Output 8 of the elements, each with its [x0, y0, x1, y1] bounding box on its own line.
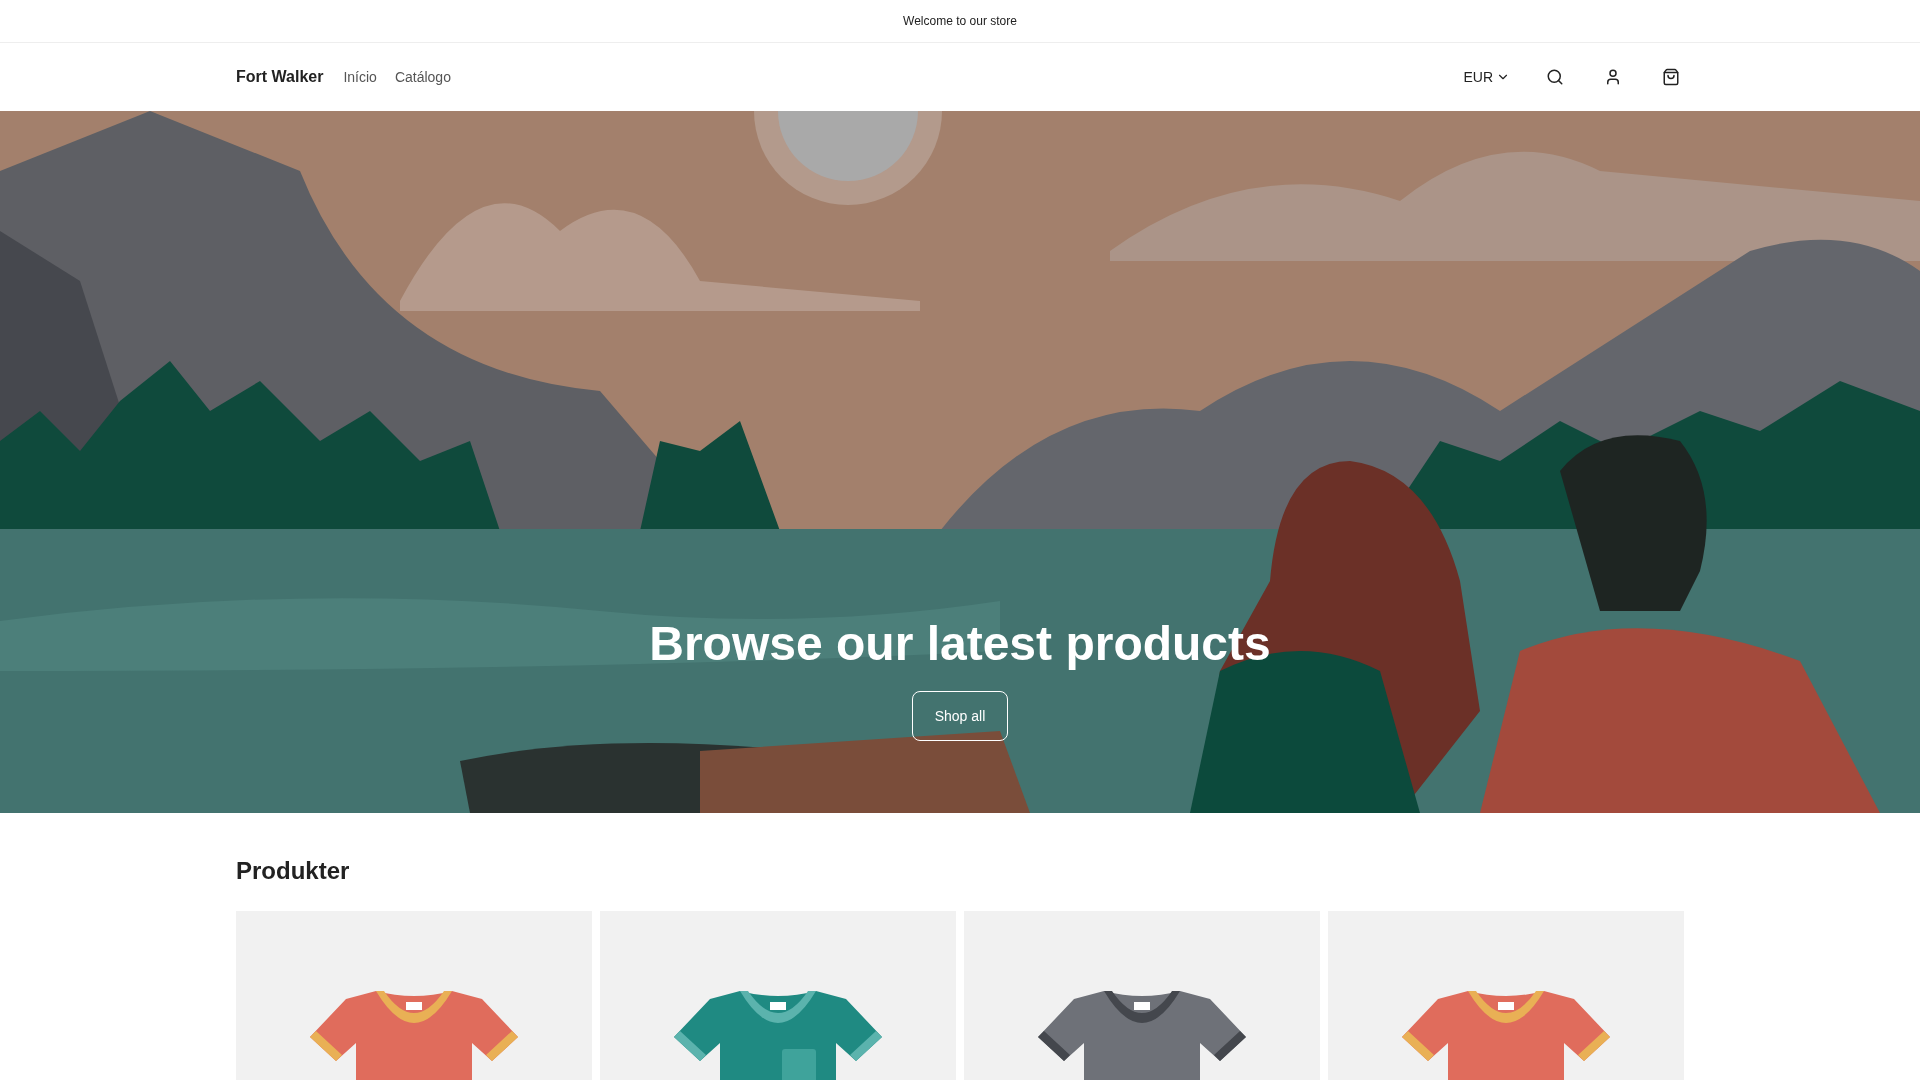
nav-link[interactable]: Início	[343, 69, 377, 85]
shop-all-button[interactable]: Shop all	[911, 691, 1009, 741]
section-heading: Produkter	[236, 857, 351, 885]
hero-heading: Browse our latest products	[649, 616, 1271, 671]
currency-selector[interactable]: EUR	[1463, 69, 1510, 85]
announcement-text: Welcome to our store	[903, 14, 1017, 28]
nav-link[interactable]: Catálogo	[394, 69, 451, 85]
store-logo[interactable]: Fort Walker	[236, 68, 324, 86]
